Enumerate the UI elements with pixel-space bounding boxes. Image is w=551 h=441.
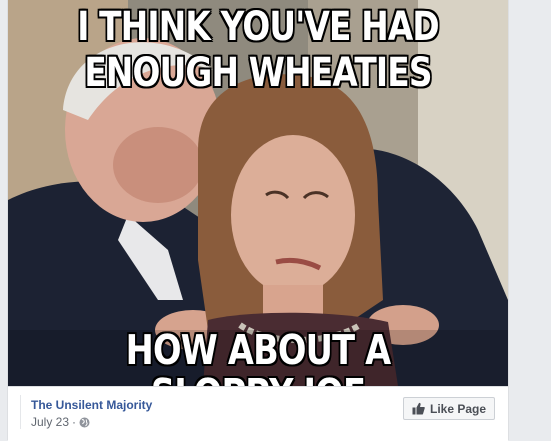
- meme-caption-bottom: HOW ABOUT A SLOPPY JOE: [125, 326, 391, 386]
- post-card: I THINK YOU'VE HAD ENOUGH WHEATIES HOW A…: [7, 0, 509, 441]
- meme-image[interactable]: I THINK YOU'VE HAD ENOUGH WHEATIES HOW A…: [8, 0, 508, 386]
- like-page-label: Like Page: [429, 401, 487, 416]
- footer-divider: [20, 395, 21, 429]
- meme-caption-top-line-2: ENOUGH WHEATIES: [84, 50, 432, 96]
- post-footer: The Unsilent Majority July 23 · Like Pag…: [8, 386, 508, 441]
- thumbs-up-icon: [412, 402, 425, 415]
- page-name-link[interactable]: The Unsilent Majority: [31, 398, 152, 412]
- globe-icon: [79, 417, 90, 428]
- post-meta: July 23 ·: [31, 415, 90, 429]
- meta-separator: ·: [72, 415, 77, 429]
- like-page-button[interactable]: Like Page: [403, 397, 495, 420]
- post-date[interactable]: July 23: [31, 415, 69, 429]
- meme-caption-top-line-1: I THINK YOU'VE HAD: [77, 4, 439, 50]
